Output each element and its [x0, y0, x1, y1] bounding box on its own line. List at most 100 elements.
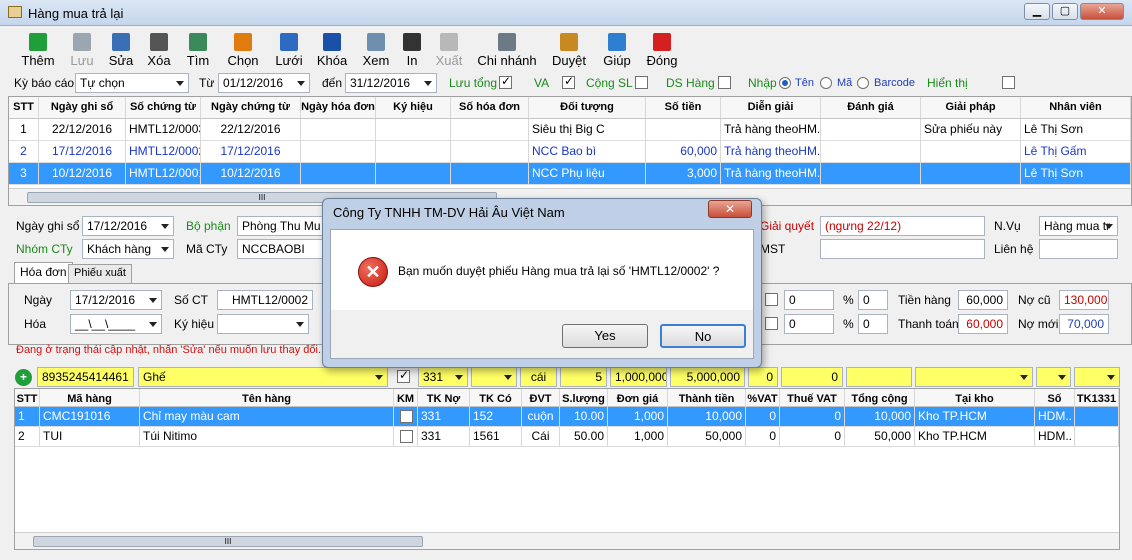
xuất-button[interactable]: Xuất — [430, 27, 468, 69]
table-cell: Lê Thị Gấm — [1021, 141, 1131, 162]
den-date-picker[interactable]: 31/12/2016 — [345, 73, 437, 93]
hoa-date-picker[interactable]: __\__\____ — [70, 314, 162, 334]
pct1b-input[interactable]: 0 — [858, 290, 888, 310]
lien-he-input[interactable] — [1039, 239, 1118, 259]
table-row[interactable]: 1 22/12/2016 HMTL12/0003 22/12/2016 Siêu thị… — [9, 119, 1131, 141]
table-cell — [451, 163, 529, 184]
item-name-select[interactable]: Ghế — [138, 367, 388, 387]
so-select[interactable] — [1036, 367, 1071, 387]
column-header[interactable]: Giải pháp — [921, 97, 1021, 118]
giai-quyet-input[interactable]: (ngưng 22/12) — [820, 216, 985, 236]
table-cell — [921, 141, 1021, 162]
tk-co-select[interactable] — [471, 367, 517, 387]
xóa-button[interactable]: Xóa — [139, 27, 179, 69]
chọn-button[interactable]: Chọn — [220, 27, 266, 69]
column-header[interactable]: Ký hiệu — [376, 97, 451, 118]
column-header[interactable]: Ngày chứng từ — [201, 97, 301, 118]
barcode-radio[interactable] — [857, 77, 869, 89]
pct1-input[interactable]: 0 — [784, 290, 834, 310]
km-checkbox[interactable] — [400, 430, 413, 443]
ma-cty-input[interactable]: NCCBAOBI — [237, 239, 327, 259]
detail-grid-scrollbar[interactable]: III — [15, 532, 1119, 549]
column-header[interactable]: Số chứng từ — [126, 97, 201, 118]
tìm-button[interactable]: Tìm — [178, 27, 218, 69]
thanhtien-input[interactable]: 5,000,000 — [670, 367, 745, 387]
pct2b-input[interactable]: 0 — [858, 314, 888, 334]
table-row[interactable]: 3 10/12/2016 HMTL12/0001 10/12/2016 NCC Phụ … — [9, 163, 1131, 185]
ky-bao-cao-select[interactable]: Tự chọn — [75, 73, 189, 93]
tien-hang-input[interactable]: 60,000 — [958, 290, 1008, 310]
den-label: đến — [322, 76, 343, 90]
cong-sl-checkbox[interactable] — [635, 76, 648, 89]
column-header[interactable]: Số hóa đơn — [451, 97, 529, 118]
column-header[interactable]: Đánh giá — [821, 97, 921, 118]
km-checkbox[interactable] — [400, 410, 413, 423]
maximize-button[interactable]: ▢ — [1052, 3, 1078, 20]
dialog-close-button[interactable]: ✕ — [708, 200, 752, 218]
khóa-button[interactable]: Khóa — [311, 27, 353, 69]
column-header[interactable]: Đối tượng — [529, 97, 646, 118]
xem-button[interactable]: Xem — [355, 27, 397, 69]
in-button[interactable]: In — [394, 27, 430, 69]
ma-radio[interactable] — [820, 77, 832, 89]
luu-tong-checkbox[interactable] — [499, 74, 512, 89]
tab-phieu-xuat[interactable]: Phiếu xuất — [68, 264, 132, 284]
bo-phan-select[interactable]: Phòng Thu Mu — [237, 216, 327, 236]
yes-button[interactable]: Yes — [562, 324, 648, 348]
lưu-button[interactable]: Lưu — [62, 27, 102, 69]
lưới-button[interactable]: Lưới — [268, 27, 310, 69]
ky-hieu-select[interactable] — [217, 314, 309, 334]
no-moi-input[interactable]: 70,000 — [1059, 314, 1109, 334]
table-cell: Chỉ may màu cam — [140, 407, 394, 426]
dvt-input[interactable]: cái — [520, 367, 557, 387]
vat-checkbox-2[interactable] — [765, 317, 778, 330]
no-button[interactable]: No — [660, 324, 746, 348]
đóng-button[interactable]: Đóng — [641, 27, 683, 69]
hien-thi-checkbox[interactable] — [1002, 76, 1015, 89]
column-header[interactable]: Nhân viên — [1021, 97, 1131, 118]
va-checkbox[interactable] — [562, 74, 575, 89]
duyệt-button[interactable]: Duyệt — [546, 27, 592, 69]
add-line-icon[interactable]: + — [15, 369, 32, 386]
pct2-input[interactable]: 0 — [784, 314, 834, 334]
nvu-select[interactable]: Hàng mua tr — [1039, 216, 1118, 236]
mst-input[interactable] — [820, 239, 985, 259]
table-row[interactable]: 1 CMC191016 Chỉ may màu cam 331 152 cuộn 10.00… — [15, 407, 1119, 427]
km-checkbox[interactable] — [397, 368, 410, 383]
no-cu-input[interactable]: 130,000 — [1059, 290, 1109, 310]
chi-nhánh-button[interactable]: Chi nhánh — [474, 27, 540, 69]
tai-kho-select[interactable] — [915, 367, 1033, 387]
thue-input[interactable]: 0 — [781, 367, 843, 387]
table-row[interactable]: 2 17/12/2016 HMTL12/0002 17/12/2016 NCC Bao … — [9, 141, 1131, 163]
nhom-cty-select[interactable]: Khách hàng — [82, 239, 174, 259]
minimize-button[interactable]: ▁ — [1024, 3, 1050, 20]
table-cell — [821, 141, 921, 162]
tong-input[interactable] — [846, 367, 912, 387]
thanh-toan-input[interactable]: 60,000 — [958, 314, 1008, 334]
tk1331-select[interactable] — [1074, 367, 1120, 387]
barcode-input[interactable]: 8935245414461 — [37, 367, 134, 387]
ds-hang-checkbox[interactable] — [718, 76, 731, 89]
vat-input[interactable]: 0 — [748, 367, 778, 387]
scroll-thumb[interactable]: III — [33, 536, 423, 547]
vat-checkbox-1[interactable] — [765, 293, 778, 306]
tu-date-picker[interactable]: 01/12/2016 — [218, 73, 310, 93]
sửa-button[interactable]: Sửa — [101, 27, 141, 69]
close-window-button[interactable]: ✕ — [1080, 3, 1124, 20]
column-header[interactable]: Diễn giải — [721, 97, 821, 118]
tk-no-select[interactable]: 331 — [418, 367, 468, 387]
column-header[interactable]: Ngày hóa đơn — [301, 97, 376, 118]
tab-hoa-don[interactable]: Hóa đơn — [14, 262, 73, 284]
ten-radio[interactable] — [779, 77, 791, 89]
giúp-button[interactable]: Giúp — [596, 27, 638, 69]
column-header[interactable]: STT — [9, 97, 39, 118]
ngay-picker[interactable]: 17/12/2016 — [70, 290, 162, 310]
column-header[interactable]: Ngày ghi sổ — [39, 97, 126, 118]
thêm-button[interactable]: Thêm — [16, 27, 60, 69]
so-ct-input[interactable]: HMTL12/0002 — [217, 290, 313, 310]
dongia-input[interactable]: 1,000,000 — [610, 367, 667, 387]
table-row[interactable]: 2 TUI Túi Nitimo 331 1561 Cái 50.00 1,000 50,000… — [15, 427, 1119, 447]
sl-input[interactable]: 5 — [560, 367, 607, 387]
ngay-ghi-so-picker[interactable]: 17/12/2016 — [82, 216, 174, 236]
column-header[interactable]: Số tiền — [646, 97, 721, 118]
